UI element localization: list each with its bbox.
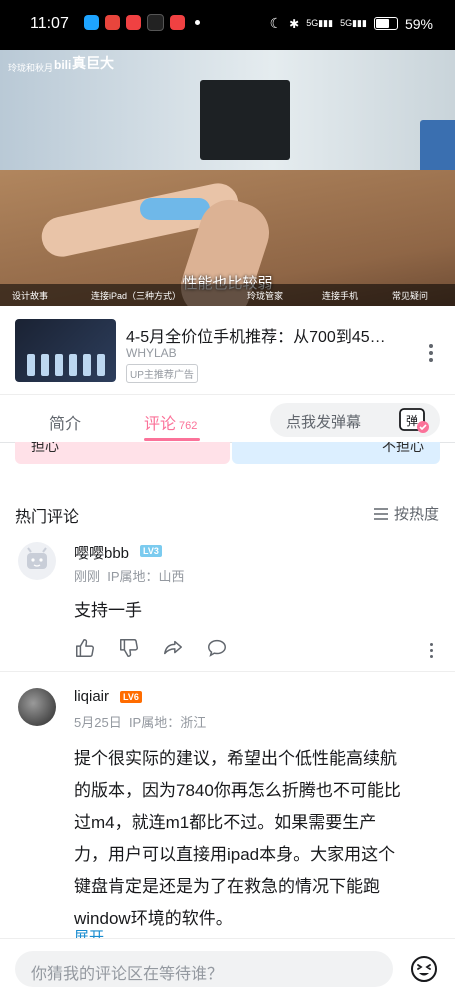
signal-icon-2: 5G▮▮▮ bbox=[340, 18, 367, 28]
uploader-watermark: 玲珑和秋月 bbox=[8, 63, 54, 73]
hot-comments-header: 热门评论 bbox=[15, 509, 80, 526]
notification-icons bbox=[84, 14, 200, 31]
status-right: ☾ ✱ 5G▮▮▮ 5G▮▮▮ 59% bbox=[270, 15, 433, 32]
ad-card[interactable]: 4-5月全价位手机推荐：从700到45… WHYLAB UP主推荐广告 bbox=[0, 306, 455, 395]
reply-icon[interactable] bbox=[206, 637, 228, 659]
status-time: 11:07 bbox=[30, 15, 69, 32]
share-icon[interactable] bbox=[162, 637, 184, 659]
comment-meta: 刚刚 IP属地：山西 bbox=[74, 569, 185, 584]
danmu-button-label: 弹 bbox=[406, 414, 418, 428]
sort-button[interactable]: 按热度 bbox=[373, 503, 439, 524]
danmu-placeholder: 点我发弹幕 bbox=[286, 414, 362, 431]
video-title: 真巨大 bbox=[72, 55, 114, 71]
avatar[interactable] bbox=[18, 542, 56, 580]
bluetooth-icon: ✱ bbox=[289, 16, 300, 31]
more-icon[interactable] bbox=[429, 344, 433, 365]
tab-underline bbox=[144, 438, 200, 441]
like-icon[interactable] bbox=[74, 637, 96, 659]
vote-right-label: 不担心 bbox=[382, 442, 424, 454]
ad-title[interactable]: 4-5月全价位手机推荐：从700到45… bbox=[126, 323, 391, 347]
video-player[interactable]: 玲珑和秋月 bili 真巨大 性能也比较弱 设计故事 连接iPad（三种方式） … bbox=[0, 50, 455, 306]
level-badge: LV3 bbox=[140, 545, 162, 557]
ad-author: WHYLAB bbox=[126, 346, 177, 360]
default-avatar-icon bbox=[27, 547, 47, 569]
comment-more-icon[interactable] bbox=[430, 643, 433, 661]
chapter-item[interactable]: 玲珑管家 bbox=[247, 289, 283, 302]
app-red-icon bbox=[105, 15, 120, 30]
dislike-icon[interactable] bbox=[118, 637, 140, 659]
chapter-item[interactable]: 设计故事 bbox=[12, 289, 48, 302]
reply-bar: 你猜我的评论区在等待谁？ bbox=[0, 938, 455, 1001]
vote-left-label: 担心 bbox=[31, 442, 59, 454]
qq-icon bbox=[84, 15, 99, 30]
ad-thumbnail[interactable] bbox=[15, 319, 116, 382]
comment-text[interactable]: 提个很实际的建议，希望出个低性能高续航 的版本，因为7840你再怎么折腾也不可能… bbox=[74, 743, 444, 935]
vote-option-not-worried[interactable]: 不担心 bbox=[232, 442, 440, 464]
level-badge: LV6 bbox=[120, 691, 142, 703]
tab-comments-label: 评论 bbox=[144, 416, 177, 433]
divider bbox=[0, 671, 455, 672]
battery-percent: 59% bbox=[404, 15, 433, 32]
sort-icon bbox=[373, 507, 388, 520]
comment-username[interactable]: 嘤嘤bbb bbox=[74, 542, 129, 563]
signal-icon-1: 5G▮▮▮ bbox=[306, 18, 334, 28]
battery-icon bbox=[373, 17, 398, 30]
comment-username[interactable]: liqiair bbox=[74, 688, 109, 705]
reply-placeholder: 你猜我的评论区在等待谁？ bbox=[31, 966, 224, 983]
sort-label: 按热度 bbox=[393, 506, 439, 523]
toutiao-icon-2 bbox=[170, 15, 185, 30]
toutiao-icon bbox=[126, 15, 141, 30]
chapter-item[interactable]: 连接手机 bbox=[322, 289, 358, 302]
chapter-bar[interactable]: 设计故事 连接iPad（三种方式） 玲珑管家 连接手机 常见疑问 bbox=[0, 284, 455, 306]
bilibili-logo: bili bbox=[54, 58, 72, 72]
chapter-item[interactable]: 连接iPad（三种方式） bbox=[91, 289, 181, 302]
tiktok-icon bbox=[147, 14, 164, 31]
avatar[interactable] bbox=[18, 688, 56, 726]
ad-tag: UP主推荐广告 bbox=[126, 364, 198, 383]
tab-intro[interactable]: 简介 bbox=[49, 410, 81, 434]
tab-comments[interactable]: 评论 762 bbox=[144, 410, 197, 434]
more-notifications-icon bbox=[195, 20, 200, 25]
comments-count: 762 bbox=[179, 420, 198, 432]
danmu-toggle-button[interactable]: 弹 bbox=[395, 406, 431, 434]
comment-meta: 5月25日 IP属地：浙江 bbox=[74, 715, 207, 730]
vote-option-worried[interactable]: 担心 bbox=[15, 442, 230, 464]
comment-text[interactable]: 支持一手 bbox=[74, 595, 142, 627]
chapter-item[interactable]: 常见疑问 bbox=[392, 289, 428, 302]
comment-actions bbox=[74, 637, 228, 659]
moon-icon: ☾ bbox=[269, 15, 283, 31]
reply-input[interactable]: 你猜我的评论区在等待谁？ bbox=[15, 951, 393, 987]
emoji-icon[interactable] bbox=[410, 955, 438, 983]
status-bar: 11:07 ☾ ✱ 5G▮▮▮ 5G▮▮▮ 59% bbox=[0, 0, 455, 50]
